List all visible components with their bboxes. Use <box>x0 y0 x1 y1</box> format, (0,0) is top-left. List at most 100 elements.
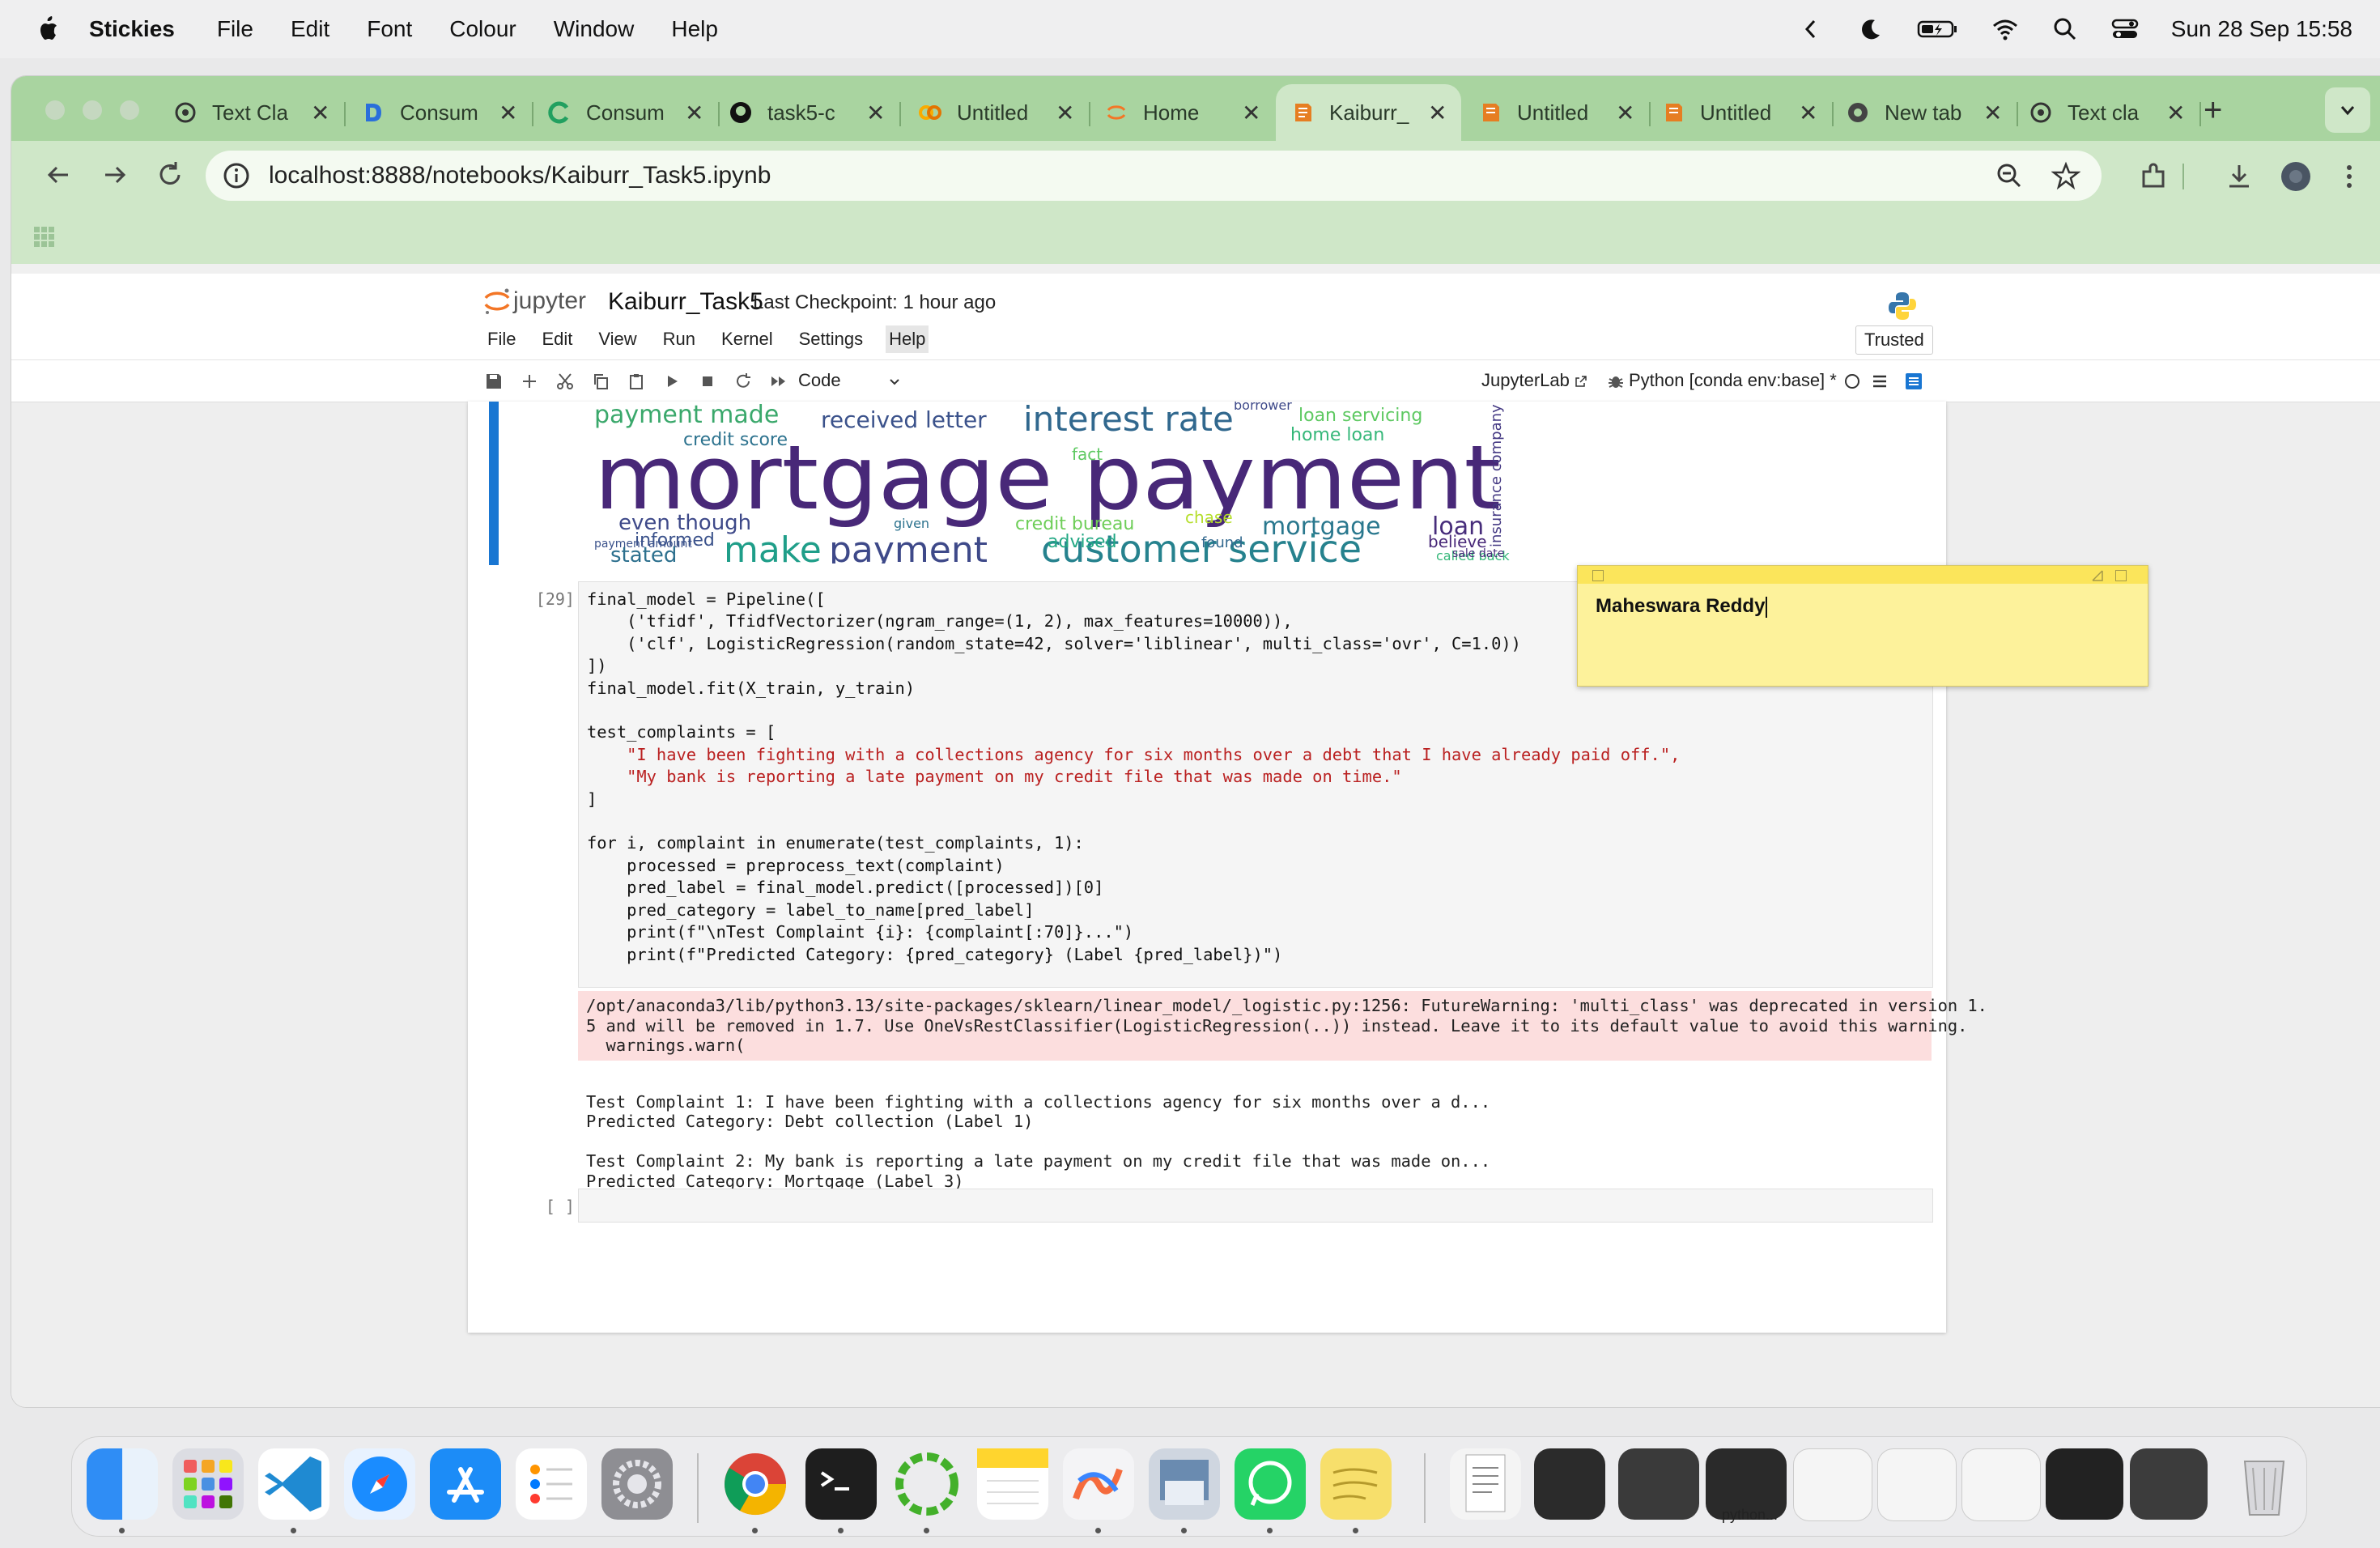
downloads-icon[interactable] <box>2223 160 2255 193</box>
save-icon[interactable] <box>484 372 504 391</box>
stickies-icon[interactable] <box>1320 1448 1392 1520</box>
close-window-button[interactable] <box>45 100 65 120</box>
tab-kaiburr-notebook-active[interactable]: Kaiburr_ ✕ <box>1276 84 1462 141</box>
apps-grid-icon[interactable] <box>32 225 57 249</box>
fast-forward-icon[interactable] <box>769 372 788 391</box>
tab-search-button[interactable] <box>2325 87 2370 133</box>
apple-icon[interactable] <box>32 13 65 45</box>
finder-icon[interactable] <box>87 1448 158 1520</box>
zoom-window-button[interactable] <box>120 100 139 120</box>
jmenu-settings[interactable]: Settings <box>796 325 867 353</box>
close-tab-icon[interactable]: ✕ <box>2166 100 2185 126</box>
sticky-close-button[interactable] <box>1592 570 1604 581</box>
tab-github-task5[interactable]: task5-c ✕ <box>729 84 902 141</box>
jmenu-file[interactable]: File <box>484 325 519 353</box>
extensions-icon[interactable] <box>2137 160 2170 193</box>
property-inspector-icon[interactable] <box>1904 372 1923 391</box>
chevron-left-icon[interactable] <box>1797 15 1825 43</box>
window-thumbnail-vscode[interactable] <box>1534 1448 1605 1520</box>
jmenu-run[interactable]: Run <box>660 325 699 353</box>
close-tab-icon[interactable]: ✕ <box>1056 100 1074 126</box>
minimize-window-button[interactable] <box>83 100 102 120</box>
tab-untitled-3[interactable]: Untitled ✕ <box>1661 84 1834 141</box>
zoom-icon[interactable] <box>1995 161 2024 190</box>
forward-icon[interactable] <box>99 159 131 191</box>
close-tab-icon[interactable]: ✕ <box>866 100 885 126</box>
tab-untitled-2[interactable]: Untitled ✕ <box>1478 84 1651 141</box>
tab-text-classification-1[interactable]: Text Cla ✕ <box>173 84 346 141</box>
menu-edit[interactable]: Edit <box>291 16 329 42</box>
tab-text-classification-2[interactable]: Text cla ✕ <box>2029 84 2202 141</box>
close-tab-icon[interactable]: ✕ <box>1799 100 1817 126</box>
list-menu-icon[interactable] <box>1870 372 1889 391</box>
freeform-icon[interactable] <box>1063 1448 1134 1520</box>
safari-icon[interactable] <box>344 1448 415 1520</box>
tab-untitled-1[interactable]: Untitled ✕ <box>918 84 1091 141</box>
menu-window[interactable]: Window <box>554 16 635 42</box>
document-file-icon[interactable] <box>1450 1448 1521 1520</box>
jupyterlab-link[interactable]: JupyterLab <box>1481 370 1587 391</box>
tab-new-tab[interactable]: New tab ✕ <box>1846 84 2019 141</box>
back-icon[interactable] <box>42 159 74 191</box>
close-tab-icon[interactable]: ✕ <box>685 100 703 126</box>
notebook-title[interactable]: Kaiburr_Task5 <box>608 288 763 316</box>
moon-icon[interactable] <box>1857 15 1885 43</box>
menu-clock[interactable]: Sun 28 Sep 15:58 <box>2171 16 2352 42</box>
sticky-title-bar[interactable] <box>1578 566 2148 584</box>
address-bar[interactable]: localhost:8888/notebooks/Kaiburr_Task5.i… <box>206 151 2102 201</box>
close-tab-icon[interactable]: ✕ <box>311 100 329 126</box>
sticky-collapse-icon[interactable] <box>2091 569 2104 582</box>
cut-icon[interactable] <box>555 372 575 391</box>
tab-consumer-1[interactable]: Consum ✕ <box>361 84 534 141</box>
url-text[interactable]: localhost:8888/notebooks/Kaiburr_Task5.i… <box>269 162 771 189</box>
close-tab-icon[interactable]: ✕ <box>499 100 517 126</box>
menu-app-name[interactable]: Stickies <box>89 16 175 42</box>
jmenu-edit[interactable]: Edit <box>538 325 576 353</box>
reload-icon[interactable] <box>154 159 186 191</box>
battery-icon[interactable] <box>1917 15 1959 43</box>
reminders-icon[interactable] <box>516 1448 587 1520</box>
menu-help[interactable]: Help <box>671 16 718 42</box>
cell-type-select[interactable]: Code <box>798 370 901 391</box>
terminal-icon[interactable] <box>805 1448 877 1520</box>
more-menu-icon[interactable] <box>2333 160 2365 193</box>
jmenu-kernel[interactable]: Kernel <box>718 325 776 353</box>
jupyter-logo[interactable]: jupyter <box>481 285 586 317</box>
sticky-note[interactable]: Maheswara Reddy <box>1577 565 2148 687</box>
menu-file[interactable]: File <box>217 16 253 42</box>
menu-font[interactable]: Font <box>367 16 412 42</box>
system-settings-icon[interactable] <box>601 1448 673 1520</box>
close-tab-icon[interactable]: ✕ <box>1983 100 2002 126</box>
tab-jupyter-home[interactable]: Home ✕ <box>1104 84 1260 141</box>
window-thumbnail-browser-1[interactable] <box>1793 1448 1872 1521</box>
preview-icon[interactable] <box>1149 1448 1220 1520</box>
whatsapp-icon[interactable] <box>1235 1448 1306 1520</box>
spotlight-search-icon[interactable] <box>2051 15 2079 43</box>
jmenu-help[interactable]: Help <box>886 325 929 353</box>
app-store-icon[interactable] <box>430 1448 501 1520</box>
wifi-icon[interactable] <box>1991 15 2019 43</box>
window-thumbnail-browser-3[interactable] <box>1961 1448 2041 1521</box>
control-center-icon[interactable] <box>2111 15 2139 43</box>
notes-icon[interactable] <box>977 1448 1048 1520</box>
new-tab-button[interactable]: + <box>2204 92 2222 129</box>
bookmark-star-icon[interactable] <box>2051 161 2080 190</box>
window-thumbnail-keyboard[interactable] <box>2130 1448 2208 1520</box>
trash-icon[interactable] <box>2229 1448 2300 1520</box>
window-thumbnail-terminal-1[interactable] <box>1618 1448 1699 1520</box>
window-thumbnail-whatsapp[interactable] <box>2046 1448 2123 1520</box>
sticky-text[interactable]: Maheswara Reddy <box>1596 595 1768 618</box>
stop-icon[interactable] <box>698 372 717 391</box>
menu-colour[interactable]: Colour <box>449 16 516 42</box>
sticky-zoom-button[interactable] <box>2115 570 2127 581</box>
window-thumbnail-browser-2[interactable] <box>1877 1448 1957 1521</box>
copy-icon[interactable] <box>591 372 610 391</box>
launchpad-icon[interactable] <box>172 1448 244 1520</box>
close-tab-icon[interactable]: ✕ <box>1242 100 1260 126</box>
kernel-name[interactable]: Python [conda env:base] * <box>1629 370 1837 391</box>
empty-code-cell[interactable] <box>578 1189 1933 1223</box>
close-tab-icon[interactable]: ✕ <box>1428 100 1447 126</box>
close-tab-icon[interactable]: ✕ <box>1616 100 1634 126</box>
anaconda-navigator-icon[interactable] <box>891 1448 963 1520</box>
debugger-bug-icon[interactable] <box>1606 372 1626 391</box>
